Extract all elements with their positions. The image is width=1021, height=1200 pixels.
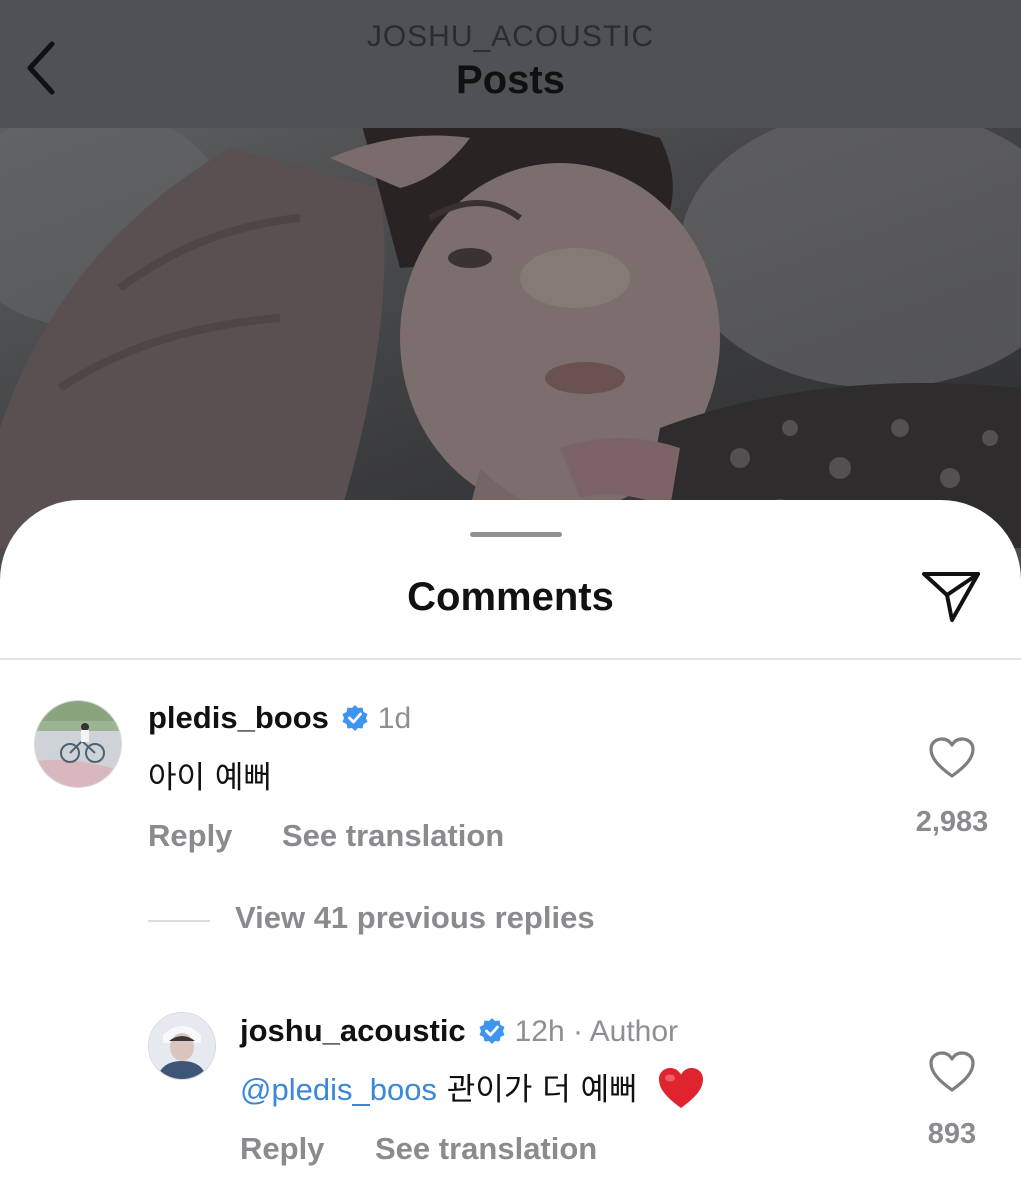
like-heart-icon[interactable] (928, 1050, 976, 1094)
top-header: JOSHU_ACOUSTIC Posts (0, 0, 1021, 128)
account-name: JOSHU_ACOUSTIC (366, 20, 655, 53)
reply-header: joshu_acoustic 12h · Author (240, 1013, 678, 1049)
reply-button[interactable]: Reply (240, 1131, 324, 1167)
post-image (0, 128, 1021, 548)
reply-username[interactable]: joshu_acoustic (240, 1013, 466, 1048)
sheet-grabber-handle[interactable] (470, 532, 562, 537)
post-photo (0, 128, 1021, 548)
view-previous-replies-button[interactable]: View 41 previous replies (235, 900, 595, 936)
comment-text: 아이 예뻐 (148, 760, 272, 796)
see-translation-button[interactable]: See translation (282, 818, 504, 854)
mention-link[interactable]: @pledis_boos (240, 1072, 437, 1107)
like-count: 893 (927, 1118, 977, 1150)
reply-avatar[interactable] (148, 1012, 216, 1080)
header-divider (0, 658, 1021, 660)
reply-text-line: @pledis_boos 관이가 더 예뻐 (240, 1064, 705, 1110)
verified-badge-icon (479, 1018, 505, 1044)
like-count: 2,983 (915, 806, 989, 838)
comments-title: Comments (407, 575, 614, 619)
like-heart-icon[interactable] (928, 736, 976, 780)
avatar-image-cyclist (35, 701, 121, 787)
comment-username[interactable]: pledis_boos (148, 700, 329, 735)
avatar[interactable] (34, 700, 122, 788)
reply-button[interactable]: Reply (148, 818, 232, 854)
send-share-icon[interactable] (918, 564, 984, 624)
red-heart-emoji-icon (659, 1068, 704, 1108)
comment-header: pledis_boos 1d (148, 700, 411, 736)
see-translation-button[interactable]: See translation (375, 1131, 597, 1167)
verified-badge-icon (342, 705, 368, 731)
comment-time: 1d (377, 702, 412, 735)
page-title: Posts (456, 58, 565, 102)
replies-divider-line (148, 920, 210, 922)
avatar-image-portrait (149, 1013, 215, 1079)
reply-time-author: 12h · Author (514, 1015, 679, 1048)
reply-text: 관이가 더 예뻐 (446, 1072, 638, 1108)
